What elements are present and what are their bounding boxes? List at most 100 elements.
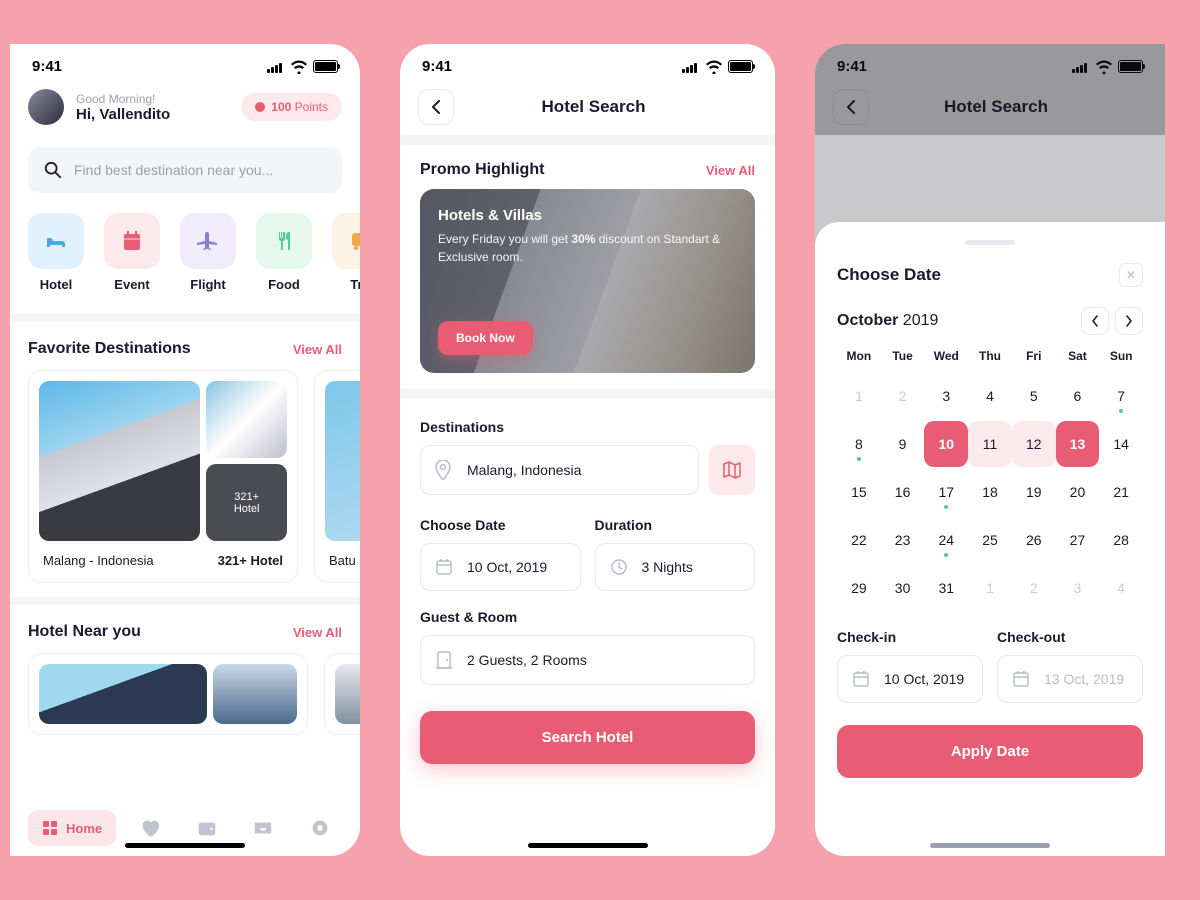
next-month-button[interactable]	[1115, 307, 1143, 335]
calendar-day[interactable]: 12	[1012, 421, 1056, 467]
close-button[interactable]: ✕	[1119, 263, 1143, 287]
calendar-day[interactable]: 26	[1012, 517, 1056, 563]
gear-icon	[309, 817, 331, 839]
checkout-value: 13 Oct, 2019	[1044, 671, 1124, 687]
calendar-day[interactable]: 2	[881, 373, 925, 419]
calendar-day[interactable]: 3	[1056, 565, 1100, 611]
divider	[400, 135, 775, 145]
date-sheet: Choose Date ✕ October 2019 MonTueWedThuF…	[815, 222, 1165, 856]
checkout-input[interactable]: 13 Oct, 2019	[997, 655, 1143, 703]
calendar-day[interactable]: 29	[837, 565, 881, 611]
category-hotel[interactable]: Hotel	[28, 213, 84, 292]
promo-card[interactable]: Hotels & Villas Every Friday you will ge…	[420, 189, 755, 373]
view-all-link[interactable]: View All	[293, 625, 342, 640]
hotel-image	[213, 664, 297, 724]
calendar-day[interactable]: 21	[1099, 469, 1143, 515]
calendar-day[interactable]: 2	[1012, 565, 1056, 611]
calendar-day[interactable]: 28	[1099, 517, 1143, 563]
category-food[interactable]: Food	[256, 213, 312, 292]
battery-icon	[728, 60, 753, 73]
calendar-week: 15161718192021	[837, 469, 1143, 515]
points-badge[interactable]: 100 Points	[241, 93, 342, 121]
calendar-day[interactable]: 22	[837, 517, 881, 563]
calendar-day[interactable]: 18	[968, 469, 1012, 515]
calendar-day[interactable]: 16	[881, 469, 925, 515]
guest-input[interactable]: 2 Guests, 2 Rooms	[420, 635, 755, 685]
destination-card[interactable]: Batu -	[314, 370, 360, 583]
search-hotel-button[interactable]: Search Hotel	[420, 711, 755, 764]
checkin-value: 10 Oct, 2019	[884, 671, 964, 687]
view-all-link[interactable]: View All	[706, 163, 755, 178]
calendar-day[interactable]: 25	[968, 517, 1012, 563]
status-time: 9:41	[837, 58, 867, 75]
back-button[interactable]	[418, 89, 454, 125]
calendar-day[interactable]: 15	[837, 469, 881, 515]
destination-input[interactable]: Malang, Indonesia	[420, 445, 699, 495]
checkin-input[interactable]: 10 Oct, 2019	[837, 655, 983, 703]
calendar-day[interactable]: 10	[924, 421, 968, 467]
view-all-link[interactable]: View All	[293, 342, 342, 357]
tab-settings[interactable]	[298, 817, 342, 839]
calendar-day[interactable]: 4	[1099, 565, 1143, 611]
calendar-day[interactable]: 1	[968, 565, 1012, 611]
calendar-day[interactable]: 6	[1056, 373, 1100, 419]
calendar-day[interactable]: 7	[1099, 373, 1143, 419]
calendar-day[interactable]: 5	[1012, 373, 1056, 419]
status-time: 9:41	[422, 58, 452, 75]
calendar-day[interactable]: 31	[924, 565, 968, 611]
book-now-button[interactable]: Book Now	[438, 321, 533, 355]
calendar-day[interactable]: 11	[968, 421, 1012, 467]
calendar-week: 891011121314	[837, 421, 1143, 467]
home-indicator	[528, 843, 648, 848]
grab-handle[interactable]	[965, 240, 1015, 245]
calendar-day[interactable]: 27	[1056, 517, 1100, 563]
calendar-day[interactable]: 14	[1099, 421, 1143, 467]
search-input[interactable]: Find best destination near you...	[28, 147, 342, 193]
calendar-day[interactable]: 19	[1012, 469, 1056, 515]
calendar-day[interactable]: 20	[1056, 469, 1100, 515]
back-button[interactable]	[833, 89, 869, 125]
day-headers: MonTueWedThuFriSatSun	[837, 349, 1143, 363]
promo-card-title: Hotels & Villas	[438, 207, 737, 224]
tab-favorites[interactable]	[128, 817, 172, 839]
header: Hotel Search	[400, 79, 775, 135]
search-placeholder: Find best destination near you...	[74, 162, 273, 178]
map-button[interactable]	[709, 445, 755, 495]
calendar-day[interactable]: 4	[968, 373, 1012, 419]
tab-wallet[interactable]	[185, 817, 229, 839]
status-bar: 9:41	[400, 44, 775, 79]
duration-input[interactable]: 3 Nights	[595, 543, 756, 591]
apply-date-button[interactable]: Apply Date	[837, 725, 1143, 778]
signal-icon	[682, 61, 700, 73]
calendar-day[interactable]: 24	[924, 517, 968, 563]
checkout-label: Check-out	[997, 629, 1143, 645]
nearby-row	[10, 653, 360, 735]
category-icon-box	[180, 213, 236, 269]
prev-month-button[interactable]	[1081, 307, 1109, 335]
sheet-title: Choose Date	[837, 265, 941, 285]
calendar-day[interactable]: 1	[837, 373, 881, 419]
guest-label: Guest & Room	[420, 609, 755, 625]
calendar-day[interactable]: 23	[881, 517, 925, 563]
calendar-day[interactable]: 9	[881, 421, 925, 467]
calendar-icon	[852, 670, 872, 688]
hotel-card[interactable]	[324, 653, 360, 735]
tab-inbox[interactable]	[241, 817, 285, 839]
category-event[interactable]: Event	[104, 213, 160, 292]
calendar-day[interactable]: 30	[881, 565, 925, 611]
calendar-week: 1234567	[837, 373, 1143, 419]
calendar-day[interactable]: 8	[837, 421, 881, 467]
category-label: Hotel	[40, 277, 73, 292]
tab-home[interactable]: Home	[28, 810, 116, 846]
hotel-card[interactable]	[28, 653, 308, 735]
calendar-day[interactable]: 13	[1056, 421, 1100, 467]
destination-card[interactable]: 321+ Hotel Malang - Indonesia 321+ Hotel	[28, 370, 298, 583]
avatar[interactable]	[28, 89, 64, 125]
category-flight[interactable]: Flight	[180, 213, 236, 292]
calendar-day[interactable]: 17	[924, 469, 968, 515]
category-tra[interactable]: Tra	[332, 213, 360, 292]
category-icon-box	[28, 213, 84, 269]
search-icon	[44, 161, 62, 179]
date-input[interactable]: 10 Oct, 2019	[420, 543, 581, 591]
calendar-day[interactable]: 3	[924, 373, 968, 419]
